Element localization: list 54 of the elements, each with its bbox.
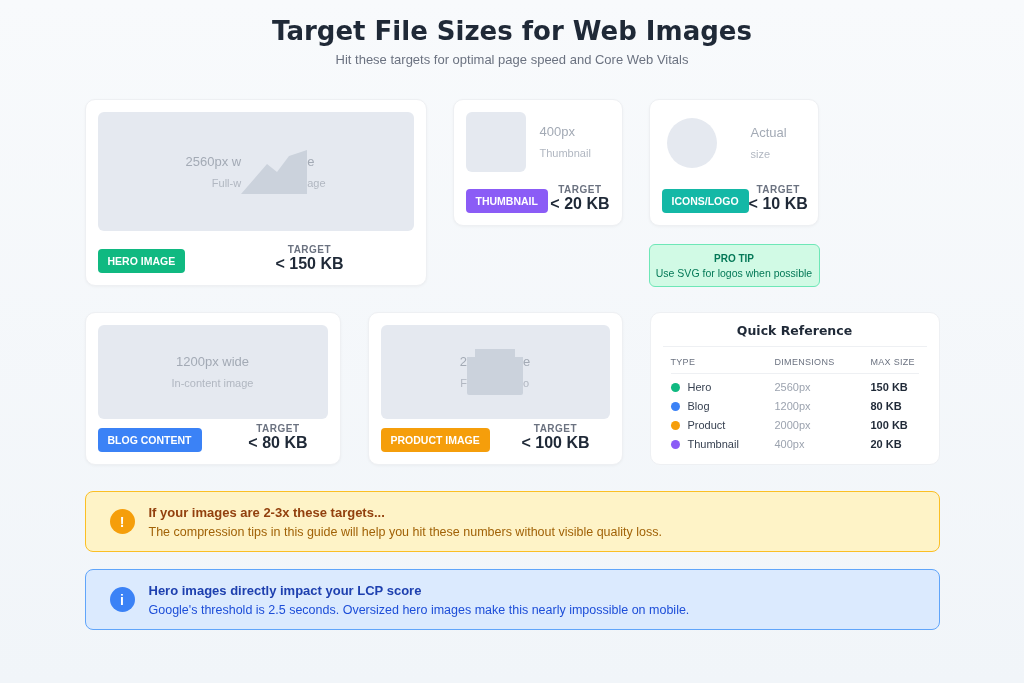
mountain-icon <box>241 149 308 194</box>
card-title: Quick Reference <box>662 323 927 347</box>
target-size: < 100 KB <box>521 434 590 452</box>
target-label: TARGET <box>287 244 332 255</box>
table-cell-text: 400px <box>774 437 806 450</box>
table-cell-text: 100 KB <box>870 418 909 431</box>
page-title: Target File Sizes for Web Images <box>272 16 752 46</box>
table-cell-text: 20 KB <box>870 437 903 450</box>
table-cell: Product <box>687 419 726 431</box>
column-header: DIMENSIONS <box>774 347 871 374</box>
category-tag: PRODUCT IMAGE <box>380 428 490 452</box>
placeholder-text: e <box>307 153 315 170</box>
notice-title: If your images are 2-3x these targets... <box>148 504 386 520</box>
target-size: < 20 KB <box>550 195 610 213</box>
target-size: < 150 KB <box>275 255 344 273</box>
target-label: TARGET <box>533 423 578 434</box>
tip-title: PRO TIP <box>714 252 754 264</box>
table-cell-text: 80 KB <box>870 399 903 412</box>
table-cell-text: 2560px <box>774 380 812 393</box>
target-label: TARGET <box>558 184 602 195</box>
placeholder-text: 400px <box>539 124 575 140</box>
table-cell-text: 2000px <box>774 418 812 431</box>
category-tag: THUMBNAIL <box>465 189 548 213</box>
table-cell: Hero <box>687 381 712 393</box>
table-cell: Thumbnail <box>687 438 739 450</box>
logo-placeholder <box>666 118 717 168</box>
placeholder-subtext: Thumbnail <box>539 146 591 160</box>
notice-title: Hero images directly impact your LCP score <box>148 582 423 598</box>
placeholder-text: 1200px wide <box>176 354 249 370</box>
category-tag: BLOG CONTENT <box>97 428 202 452</box>
target-size: < 10 KB <box>748 195 808 213</box>
placeholder-text: e <box>523 354 531 370</box>
thumbnail-placeholder <box>465 112 526 172</box>
tip-text: Use SVG for logos when possible <box>655 266 813 279</box>
table-cell-text: 150 KB <box>870 380 909 393</box>
image-icon <box>467 349 523 395</box>
category-tag: ICONS/LOGO <box>661 189 749 213</box>
placeholder-text: Actual <box>750 125 787 141</box>
target-label: TARGET <box>256 423 300 434</box>
target-label: TARGET <box>756 184 800 195</box>
table-cell-text: 1200px <box>774 399 812 412</box>
warning-icon: ! <box>109 509 135 534</box>
placeholder-text: 2 <box>459 354 467 370</box>
notice-text: Google's threshold is 2.5 seconds. Oversized hero images make this nearly impossible on mobile. <box>148 602 690 617</box>
info-icon: i <box>109 587 135 612</box>
page-subtitle: Hit these targets for optimal page speed and Core Web Vitals <box>335 52 689 67</box>
notice-text: The compression tips in this guide will help you hit these numbers without visible quality loss. <box>148 524 662 539</box>
category-tag: HERO IMAGE <box>97 249 186 273</box>
column-header: TYPE <box>670 347 775 374</box>
placeholder-text: 2560px w <box>185 153 242 170</box>
target-size: < 80 KB <box>248 434 308 452</box>
table-cell: Blog <box>687 400 710 412</box>
placeholder-subtext: size <box>750 147 771 161</box>
column-header: MAX SIZE <box>870 347 919 374</box>
